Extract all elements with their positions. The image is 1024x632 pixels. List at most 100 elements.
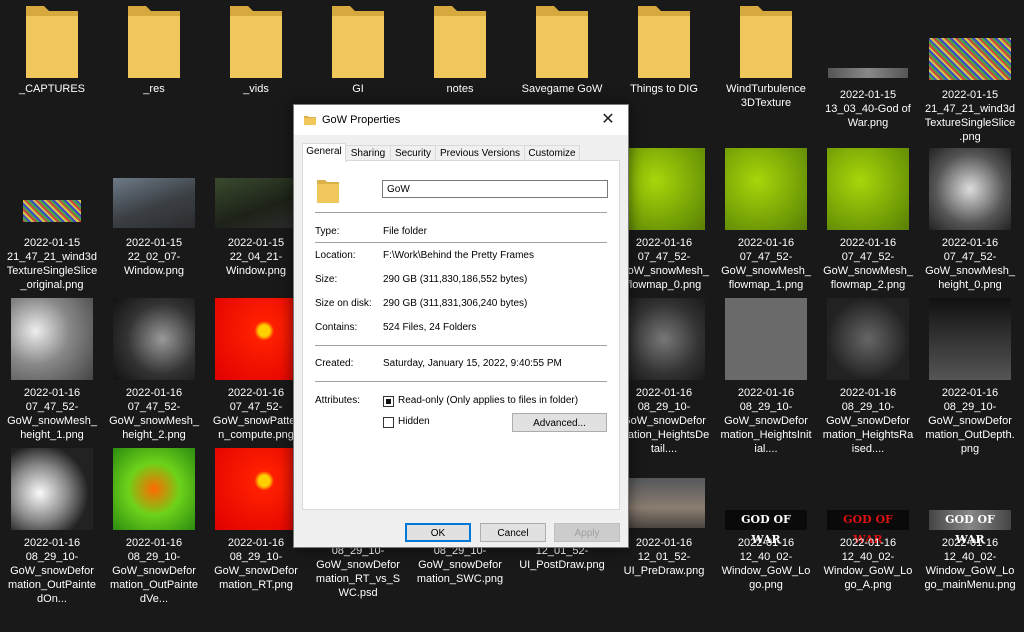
file-caption: 2022-01-16 08_29_10-GoW_snowDeformation_… — [925, 387, 1015, 455]
type-value: File folder — [383, 226, 427, 237]
desktop-folder[interactable]: _CAPTURES — [6, 0, 98, 145]
dialog-title: GoW Properties — [322, 114, 401, 126]
folder-icon — [736, 2, 796, 83]
desktop-file[interactable]: GOD OF WAR 2022-01-16 12_40_02-Window_GoW… — [720, 448, 812, 593]
file-caption: 2022-01-15 22_02_07-Window.png — [124, 237, 184, 277]
hidden-label: Hidden — [398, 416, 430, 427]
desktop-file[interactable]: GOD OF WAR 2022-01-16 12_40_02-Window_GoW… — [924, 448, 1016, 593]
folder-icon — [634, 2, 694, 83]
file-caption: 2022-01-15 13_03_40-God of War.png — [825, 89, 911, 129]
file-caption: 2022-01-16 08_29_10-GoW_snowDeformation_… — [7, 537, 97, 605]
desktop-file[interactable]: 2022-01-15 21_47_21_wind3d TextureSingle… — [6, 148, 98, 293]
close-icon[interactable]: ✕ — [596, 109, 620, 131]
file-caption: Savegame GoW — [521, 83, 603, 95]
desktop-folder[interactable]: WindTurbulence 3DTexture — [720, 0, 812, 145]
image-thumbnail — [725, 298, 807, 380]
image-thumbnail — [929, 38, 1011, 80]
image-thumbnail — [623, 478, 705, 528]
file-caption: _res — [143, 83, 165, 95]
image-thumbnail — [113, 178, 195, 228]
desktop-folder[interactable]: _res — [108, 0, 200, 145]
image-thumbnail — [929, 148, 1011, 230]
size-label: Size: — [315, 274, 338, 285]
tab-general[interactable]: General — [302, 143, 346, 162]
file-caption: 2022-01-16 12_40_02-Window_GoW_Logo.png — [721, 537, 811, 591]
desktop-file[interactable]: 2022-01-16 07_47_52-GoW_snowMesh_height_… — [924, 148, 1016, 293]
file-caption: Things to DIG — [630, 83, 698, 95]
file-caption: WindTurbulence 3DTexture — [726, 83, 806, 109]
desktop-file[interactable]: 2022-01-16 07_47_52-GoW_snowPattern_comp… — [210, 298, 302, 443]
desktop-file[interactable]: 2022-01-16 08_29_10-GoW_snowDeformation_… — [108, 448, 200, 605]
desktop-file[interactable]: 2022-01-15 22_04_21-Window.png — [210, 148, 302, 293]
file-caption: 2022-01-16 07_47_52-GoW_snowMesh_height_… — [7, 387, 97, 441]
properties-dialog: GoW Properties ✕ General Sharing Securit… — [293, 104, 629, 548]
divider — [315, 345, 607, 346]
desktop-file[interactable]: GOD OF WAR 2022-01-16 12_40_02-Window_GoW… — [822, 448, 914, 593]
desktop-file[interactable]: 2022-01-16 07_47_52-GoW_snowMesh_flowmap… — [822, 148, 914, 293]
desktop-file[interactable]: 2022-01-16 08_29_10-GoW_snowDeformation_… — [720, 298, 812, 455]
desktop-file[interactable]: 2022-01-16 08_29_10-GoW_snowDeformation_… — [618, 298, 710, 455]
image-thumbnail: GOD OF WAR — [725, 510, 807, 546]
image-thumbnail: GOD OF WAR — [929, 510, 1011, 546]
tab-sharing[interactable]: Sharing — [345, 145, 391, 161]
desktop-file[interactable]: 2022-01-16 08_29_10-GoW_snowDeformation_… — [6, 448, 98, 605]
folder-icon — [124, 2, 184, 83]
hidden-checkbox[interactable] — [383, 417, 394, 428]
location-value: F:\Work\Behind the Pretty Frames — [383, 250, 534, 261]
contains-value: 524 Files, 24 Folders — [383, 322, 477, 333]
divider — [315, 381, 607, 382]
dialog-titlebar[interactable]: GoW Properties ✕ — [294, 105, 628, 135]
readonly-label: Read-only (Only applies to files in fold… — [398, 395, 579, 406]
ok-button[interactable]: OK — [405, 523, 471, 542]
file-caption: 2022-01-16 08_29_10-GoW_snowDeformation_… — [214, 537, 298, 591]
desktop-file[interactable]: 2022-01-16 07_47_52-GoW_snowMesh_height_… — [108, 298, 200, 443]
general-panel: GoW Type: File folder Location: F:\Work\… — [302, 160, 620, 510]
cancel-button[interactable]: Cancel — [480, 523, 546, 542]
apply-button[interactable]: Apply — [554, 523, 620, 542]
advanced-button[interactable]: Advanced... — [512, 413, 607, 432]
file-caption: 2022-01-16 07_47_52-GoW_snowMesh_flowmap… — [721, 237, 811, 291]
size-value: 290 GB (311,830,186,552 bytes) — [383, 274, 528, 285]
file-caption: 2022-01-16 07_47_52-GoW_snowMesh_flowmap… — [619, 237, 709, 291]
image-thumbnail — [11, 298, 93, 380]
desktop-file[interactable]: 2022-01-16 08_29_10-GoW_snowDeformation_… — [924, 298, 1016, 455]
image-thumbnail — [827, 298, 909, 380]
size-on-disk-label: Size on disk: — [315, 298, 372, 309]
desktop-file[interactable]: 2022-01-16 08_29_10-GoW_snowDeformation_… — [210, 448, 302, 593]
image-thumbnail — [113, 448, 195, 530]
desktop-file[interactable]: 2022-01-16 07_47_52-GoW_snowMesh_height_… — [6, 298, 98, 443]
folder-icon — [304, 115, 316, 128]
file-caption: 2022-01-16 07_47_52-GoW_snowMesh_height_… — [925, 237, 1015, 291]
desktop-folder[interactable]: Things to DIG — [618, 0, 710, 145]
tab-customize[interactable]: Customize — [524, 145, 580, 161]
file-caption: _vids — [243, 83, 269, 95]
readonly-checkbox[interactable] — [383, 396, 394, 407]
folder-icon — [226, 2, 286, 83]
desktop-file[interactable]: 2022-01-15 13_03_40-God of War.png — [822, 0, 914, 145]
file-caption: 2022-01-16 12_40_02-Window_GoW_Logo_A.pn… — [823, 537, 913, 591]
file-caption: 2022-01-16 07_47_52-GoW_snowPattern_comp… — [212, 387, 300, 441]
image-thumbnail — [215, 298, 297, 380]
folder-name-input[interactable]: GoW — [382, 180, 608, 198]
file-caption: 2022-01-15 21_47_21_wind3d TextureSingle… — [6, 237, 98, 291]
folder-icon — [22, 2, 82, 83]
file-caption: 2022-01-16 12_40_02-Window_GoW_Logo_main… — [924, 537, 1016, 591]
file-caption: 2022-01-16 08_29_10-GoW_snowDeformation_… — [822, 387, 914, 455]
tab-previous-versions[interactable]: Previous Versions — [435, 145, 525, 161]
file-caption: 2022-01-16 08_29_10-GoW_snowDeformation_… — [618, 387, 710, 455]
desktop-file[interactable]: 2022-01-16 07_47_52-GoW_snowMesh_flowmap… — [720, 148, 812, 293]
folder-large-icon — [317, 177, 339, 206]
file-caption: 08_29_10-GoW_snowDeformation_SWC.png — [416, 545, 504, 585]
desktop-file[interactable]: 2022-01-16 08_29_10-GoW_snowDeformation_… — [822, 298, 914, 455]
location-label: Location: — [315, 250, 356, 261]
folder-icon — [430, 2, 490, 83]
desktop-file[interactable]: 2022-01-15 22_02_07-Window.png — [108, 148, 200, 293]
desktop-file[interactable]: 2022-01-16 12_01_52-UI_PreDraw.png — [618, 448, 710, 593]
desktop-file[interactable]: 2022-01-16 07_47_52-GoW_snowMesh_flowmap… — [618, 148, 710, 293]
image-thumbnail — [725, 148, 807, 230]
desktop-file[interactable]: 2022-01-15 21_47_21_wind3d TextureSingle… — [924, 0, 1016, 145]
desktop-folder[interactable]: _vids — [210, 0, 302, 145]
image-thumbnail — [11, 448, 93, 530]
type-label: Type: — [315, 226, 340, 237]
tab-security[interactable]: Security — [390, 145, 436, 161]
